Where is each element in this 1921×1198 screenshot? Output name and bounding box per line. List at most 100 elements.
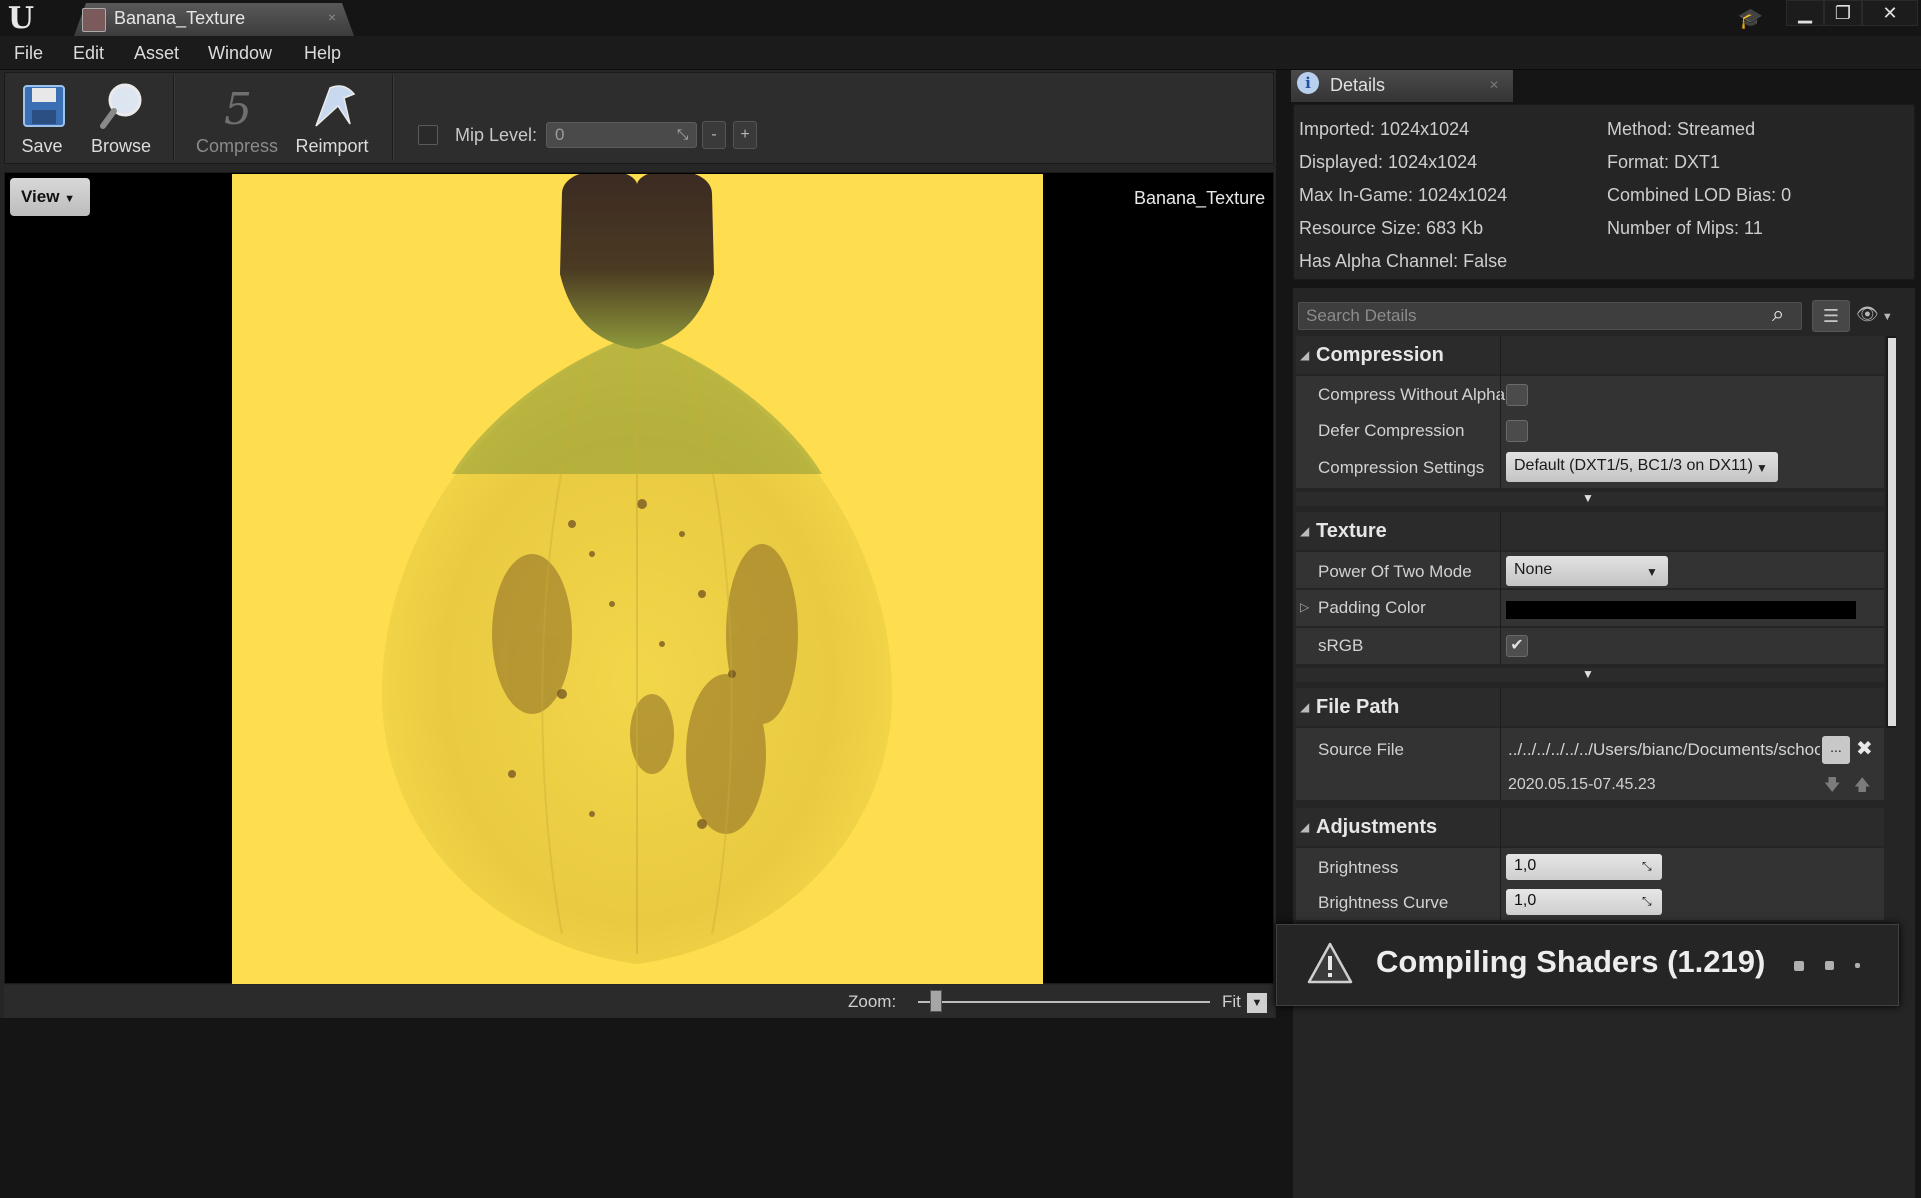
padding-color-swatch[interactable] (1506, 601, 1856, 619)
scrollbar-thumb[interactable] (1888, 338, 1896, 726)
spin-arrows-icon: ⤡ (1642, 894, 1652, 908)
clear-source-icon[interactable]: ✖ (1856, 736, 1873, 761)
menu-asset[interactable]: Asset (134, 43, 179, 64)
info-num-mips: Number of Mips: 11 (1607, 218, 1763, 238)
collapse-arrow-icon[interactable]: ◢ (1300, 348, 1309, 362)
save-button[interactable]: Save (4, 78, 80, 160)
info-has-alpha: Has Alpha Channel: False (1299, 251, 1508, 271)
compression-settings-label: Compression Settings (1318, 458, 1485, 477)
unreal-logo-icon: U (7, 1, 35, 36)
zoom-slider-handle[interactable] (929, 990, 942, 1012)
column-divider[interactable] (1500, 808, 1501, 920)
list-view-button[interactable]: ☰ (1812, 300, 1850, 332)
toolbar-separator (173, 74, 175, 160)
browse-button[interactable]: Browse (83, 78, 159, 160)
brightness-curve-label: Brightness Curve (1318, 893, 1449, 912)
progress-dot (1825, 961, 1834, 970)
column-divider[interactable] (1500, 512, 1501, 664)
compiling-shaders-text: Compiling Shaders (1.219) (1376, 944, 1766, 979)
category-compression-title: Compression (1316, 344, 1444, 366)
compress-label: Compress (196, 136, 279, 156)
menu-file[interactable]: File (14, 43, 43, 64)
reimport-button[interactable]: Reimport (294, 78, 370, 160)
compression-settings-dropdown[interactable]: Default (DXT1/5, BC1/3 on DX11) (1506, 452, 1778, 482)
chevron-down-icon: ▼ (1878, 311, 1893, 323)
expand-down-icon[interactable]: ▼ (1582, 491, 1594, 505)
details-tab-label: Details (1330, 75, 1386, 95)
zoom-slider-track[interactable] (918, 1001, 1210, 1003)
spin-arrows-icon: ⤡ (1642, 859, 1652, 873)
expand-right-icon[interactable]: ▷ (1300, 600, 1309, 614)
mip-decrease-button[interactable]: - (702, 121, 726, 149)
power-of-two-value: None (1514, 561, 1553, 578)
compress-without-alpha-label: Compress Without Alpha (1318, 385, 1506, 404)
restore-button[interactable]: ❐ (1824, 0, 1862, 26)
chevron-down-icon: ▼ (1756, 461, 1768, 475)
info-lod-bias: Combined LOD Bias: 0 (1607, 185, 1792, 205)
mip-level-checkbox[interactable] (418, 125, 438, 145)
brightness-value: 1,0 (1514, 857, 1537, 874)
details-tab-close-icon[interactable]: ✕ (1489, 78, 1499, 92)
prop-row-srgb (1296, 628, 1884, 664)
zoom-label: Zoom: (848, 992, 897, 1011)
minimize-button[interactable]: ▁ (1786, 0, 1824, 26)
close-window-button[interactable]: ✕ (1862, 0, 1918, 26)
progress-dot (1855, 963, 1860, 968)
view-menu-button[interactable]: View ▼ (10, 178, 90, 216)
category-file-path-title: File Path (1316, 696, 1400, 718)
arrow-up-icon[interactable]: 🡅 (1854, 774, 1870, 801)
texture-asset-icon (82, 8, 106, 32)
progress-dot (1794, 961, 1804, 971)
eye-icon: 👁 (1856, 304, 1879, 324)
details-tab[interactable] (1291, 70, 1513, 102)
menu-help[interactable]: Help (304, 43, 341, 64)
source-file-label: Source File (1318, 740, 1404, 759)
tab-close-icon[interactable]: × (328, 9, 336, 25)
category-texture-title: Texture (1316, 520, 1387, 542)
info-icon: i (1297, 72, 1319, 94)
brightness-curve-input[interactable]: 1,0 (1506, 889, 1662, 915)
menu-bar (0, 36, 1921, 70)
defer-compression-checkbox[interactable] (1506, 420, 1528, 442)
info-imported: Imported: 1024x1024 (1299, 119, 1470, 139)
collapse-arrow-icon[interactable]: ◢ (1300, 700, 1309, 714)
collapse-arrow-icon[interactable]: ◢ (1300, 820, 1309, 834)
compress-button[interactable]: 5 Compress (196, 78, 279, 160)
srgb-checkbox[interactable]: ✔ (1506, 635, 1528, 657)
spin-arrows-icon: ⤡ (677, 126, 689, 142)
info-format: Format: DXT1 (1607, 152, 1721, 172)
mip-level-input[interactable]: 0 (546, 122, 697, 148)
compress-icon: 5 (224, 84, 252, 132)
texture-preview-image (232, 174, 1043, 984)
arrow-down-icon[interactable]: 🡇 (1824, 774, 1840, 801)
collapse-arrow-icon[interactable]: ◢ (1300, 524, 1309, 538)
compress-without-alpha-checkbox[interactable] (1506, 384, 1528, 406)
column-divider[interactable] (1500, 336, 1501, 488)
brightness-input[interactable]: 1,0 (1506, 854, 1662, 880)
banana-texture-image (382, 174, 892, 964)
menu-window[interactable]: Window (208, 43, 272, 64)
brightness-label: Brightness (1318, 858, 1399, 877)
save-label: Save (21, 136, 63, 156)
browse-label: Browse (90, 136, 152, 156)
menu-edit[interactable]: Edit (73, 43, 104, 64)
column-divider[interactable] (1500, 688, 1501, 800)
compression-settings-value: Default (DXT1/5, BC1/3 on DX11) (1514, 457, 1753, 474)
power-of-two-dropdown[interactable]: None (1506, 556, 1668, 586)
zoom-dropdown-button[interactable]: ▼ (1247, 993, 1267, 1013)
expand-down-icon[interactable]: ▼ (1582, 667, 1594, 681)
toolbar-separator (392, 74, 394, 160)
padding-color-label: Padding Color (1318, 598, 1426, 617)
source-file-path: ../../../../../../Users/bianc/Documents/… (1508, 740, 1820, 759)
search-icon[interactable]: ⌕ (1772, 301, 1798, 327)
mip-increase-button[interactable]: + (733, 121, 757, 149)
graduation-cap-icon[interactable]: 🎓 (1738, 6, 1764, 30)
svg-text:5: 5 (224, 84, 252, 132)
warning-icon (1307, 942, 1353, 984)
info-max-in-game: Max In-Game: 1024x1024 (1299, 185, 1508, 205)
view-options-button[interactable]: 👁 ▼ (1856, 304, 1893, 325)
browse-source-button[interactable]: ... (1822, 736, 1850, 764)
zoom-value: Fit (1222, 992, 1241, 1011)
save-icon (23, 85, 65, 127)
info-method: Method: Streamed (1607, 119, 1756, 139)
